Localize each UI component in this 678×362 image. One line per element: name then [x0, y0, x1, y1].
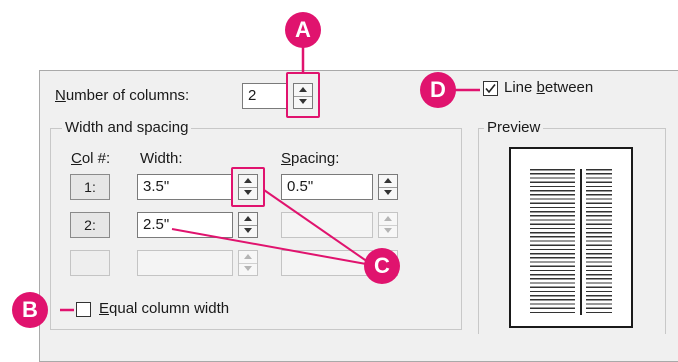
callout-c-line-1	[263, 189, 369, 263]
callout-c-marker: C	[364, 248, 400, 284]
callout-c-line-2	[171, 228, 367, 265]
callout-a-marker: A	[285, 12, 321, 48]
callout-lines	[60, 44, 480, 312]
callout-d-marker: D	[420, 72, 456, 108]
callout-b-marker: B	[12, 292, 48, 328]
